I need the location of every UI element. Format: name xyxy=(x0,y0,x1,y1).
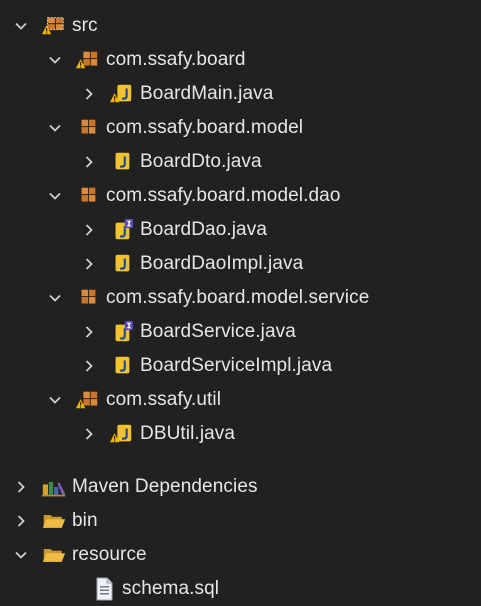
java-class-warning-icon xyxy=(110,423,134,445)
chevron-down-icon[interactable] xyxy=(12,546,30,564)
tree-node-label: BoardService.java xyxy=(140,321,296,342)
tree-node-resource[interactable]: resource xyxy=(12,538,147,572)
chevron-down-icon[interactable] xyxy=(46,187,64,205)
tree-node-file-schema[interactable]: schema.sql xyxy=(62,572,219,606)
package-icon xyxy=(76,287,100,309)
tree-node-file-boarddaoimpl[interactable]: BoardDaoImpl.java xyxy=(80,247,303,281)
chevron-down-icon[interactable] xyxy=(46,289,64,307)
tree-node-file-dbutil[interactable]: DBUtil.java xyxy=(80,417,235,451)
tree-node-file-boardservice[interactable]: BoardService.java xyxy=(80,315,296,349)
tree-node-file-boarddto[interactable]: BoardDto.java xyxy=(80,145,262,179)
chevron-down-icon[interactable] xyxy=(12,17,30,35)
chevron-right-icon[interactable] xyxy=(80,425,98,443)
chevron-right-icon[interactable] xyxy=(80,85,98,103)
package-warning-icon xyxy=(42,15,66,37)
tree-node-label: com.ssafy.board.model.dao xyxy=(106,185,341,206)
java-class-icon xyxy=(110,151,134,173)
tree-node-file-boarddao[interactable]: BoardDao.java xyxy=(80,213,267,247)
folder-open-icon xyxy=(42,544,66,566)
tree-node-bin[interactable]: bin xyxy=(12,504,98,538)
tree-node-label: Maven Dependencies xyxy=(72,476,258,497)
tree-node-label: com.ssafy.board.model xyxy=(106,117,304,138)
java-class-icon xyxy=(110,253,134,275)
chevron-right-icon[interactable] xyxy=(80,323,98,341)
tree-node-maven-dependencies[interactable]: Maven Dependencies xyxy=(12,470,258,504)
tree-node-package-util[interactable]: com.ssafy.util xyxy=(46,383,221,417)
tree-node-label: BoardDao.java xyxy=(140,219,267,240)
chevron-down-icon[interactable] xyxy=(46,51,64,69)
tree-node-label: BoardMain.java xyxy=(140,83,274,104)
tree-node-label: com.ssafy.util xyxy=(106,389,222,410)
tree-node-package-dao[interactable]: com.ssafy.board.model.dao xyxy=(46,179,341,213)
chevron-right-icon[interactable] xyxy=(12,512,30,530)
tree-node-label: BoardServiceImpl.java xyxy=(140,355,333,376)
chevron-down-icon[interactable] xyxy=(46,119,64,137)
tree-node-label: resource xyxy=(72,544,147,565)
project-explorer-tree: src com.ssafy.board BoardMain.java com.s… xyxy=(0,0,481,605)
tree-node-label: com.ssafy.board xyxy=(106,49,246,70)
tree-node-label: src xyxy=(72,15,98,36)
tree-node-label: com.ssafy.board.model.service xyxy=(106,287,370,308)
tree-node-file-boardserviceimpl[interactable]: BoardServiceImpl.java xyxy=(80,349,332,383)
tree-node-src[interactable]: src xyxy=(12,9,98,43)
tree-node-label: DBUtil.java xyxy=(140,423,236,444)
text-file-icon xyxy=(92,577,116,601)
folder-open-icon xyxy=(42,510,66,532)
java-interface-icon xyxy=(110,218,134,241)
chevron-right-icon[interactable] xyxy=(12,478,30,496)
package-warning-icon xyxy=(76,389,100,411)
java-class-warning-icon xyxy=(110,83,134,105)
java-class-icon xyxy=(110,355,134,377)
chevron-down-icon[interactable] xyxy=(46,391,64,409)
tree-node-label: schema.sql xyxy=(122,578,220,599)
java-interface-icon xyxy=(110,320,134,343)
tree-node-package-board[interactable]: com.ssafy.board xyxy=(46,43,245,77)
tree-node-label: BoardDaoImpl.java xyxy=(140,253,304,274)
chevron-right-icon[interactable] xyxy=(80,357,98,375)
package-icon xyxy=(76,185,100,207)
tree-node-package-model[interactable]: com.ssafy.board.model xyxy=(46,111,303,145)
chevron-right-icon[interactable] xyxy=(80,255,98,273)
chevron-right-icon[interactable] xyxy=(80,221,98,239)
chevron-right-icon[interactable] xyxy=(80,153,98,171)
tree-node-label: bin xyxy=(72,510,98,531)
tree-node-package-service[interactable]: com.ssafy.board.model.service xyxy=(46,281,369,315)
package-warning-icon xyxy=(76,49,100,71)
tree-node-file-boardmain[interactable]: BoardMain.java xyxy=(80,77,273,111)
tree-node-label: BoardDto.java xyxy=(140,151,262,172)
package-icon xyxy=(76,117,100,139)
library-icon xyxy=(42,476,66,498)
